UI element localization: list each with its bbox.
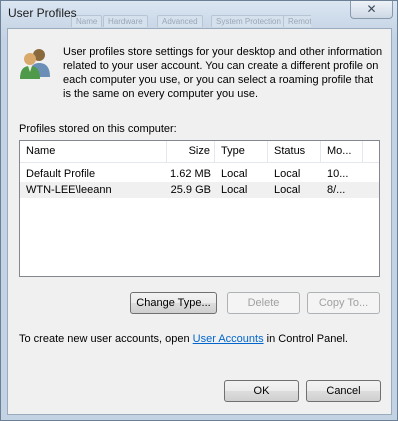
background-tab: System Protection [211, 15, 286, 27]
footer-text: To create new user accounts, open User A… [19, 333, 348, 345]
background-tab: Remote [283, 15, 311, 27]
dialog-body: User profiles store settings for your de… [7, 28, 392, 415]
change-type-button[interactable]: Change Type... [130, 292, 217, 314]
cancel-button[interactable]: Cancel [306, 380, 381, 402]
user-accounts-link[interactable]: User Accounts [193, 333, 264, 345]
footer-text-before: To create new user accounts, open [19, 333, 193, 345]
background-tab: Hardware [103, 15, 148, 27]
column-header-type[interactable]: Type [215, 141, 268, 162]
users-icon [20, 49, 50, 79]
table-row-selected[interactable]: WTN-LEE\leeann 25.9 GB Local Local 8/... [20, 182, 379, 198]
background-tab: Advanced [157, 15, 203, 27]
cell-size: 1.62 MB [170, 168, 211, 180]
column-header-status[interactable]: Status [268, 141, 321, 162]
cell-modified: 8/... [327, 184, 346, 196]
close-button[interactable]: ✕ [350, 1, 393, 19]
list-header: Name Size Type Status Mo... [20, 141, 379, 163]
cell-modified: 10... [327, 168, 349, 180]
cell-status: Local [274, 184, 301, 196]
intro-text: User profiles store settings for your de… [63, 46, 383, 100]
delete-button[interactable]: Delete [227, 292, 300, 314]
column-header-name[interactable]: Name [20, 141, 167, 162]
cell-status: Local [274, 168, 301, 180]
ok-button[interactable]: OK [224, 380, 299, 402]
profiles-list[interactable]: Name Size Type Status Mo... Default Prof… [19, 140, 380, 277]
column-header-size[interactable]: Size [167, 141, 215, 162]
window-title: User Profiles [8, 6, 77, 20]
background-tabs: Name Hardware Advanced System Protection… [71, 12, 311, 27]
footer-text-after: in Control Panel. [263, 333, 348, 345]
cell-type: Local [221, 168, 248, 180]
cell-type: Local [221, 184, 248, 196]
column-header-modified[interactable]: Mo... [321, 141, 363, 162]
user-profiles-dialog: Name Hardware Advanced System Protection… [0, 0, 398, 421]
title-bar[interactable]: Name Hardware Advanced System Protection… [1, 1, 397, 27]
cell-name: WTN-LEE\leeann [26, 184, 112, 196]
copy-to-button[interactable]: Copy To... [307, 292, 380, 314]
table-row[interactable]: Default Profile 1.62 MB Local Local 10..… [20, 166, 379, 182]
close-icon: ✕ [366, 2, 377, 16]
cell-size: 25.9 GB [170, 184, 211, 196]
profiles-caption: Profiles stored on this computer: [19, 123, 177, 135]
cell-name: Default Profile [26, 168, 96, 180]
